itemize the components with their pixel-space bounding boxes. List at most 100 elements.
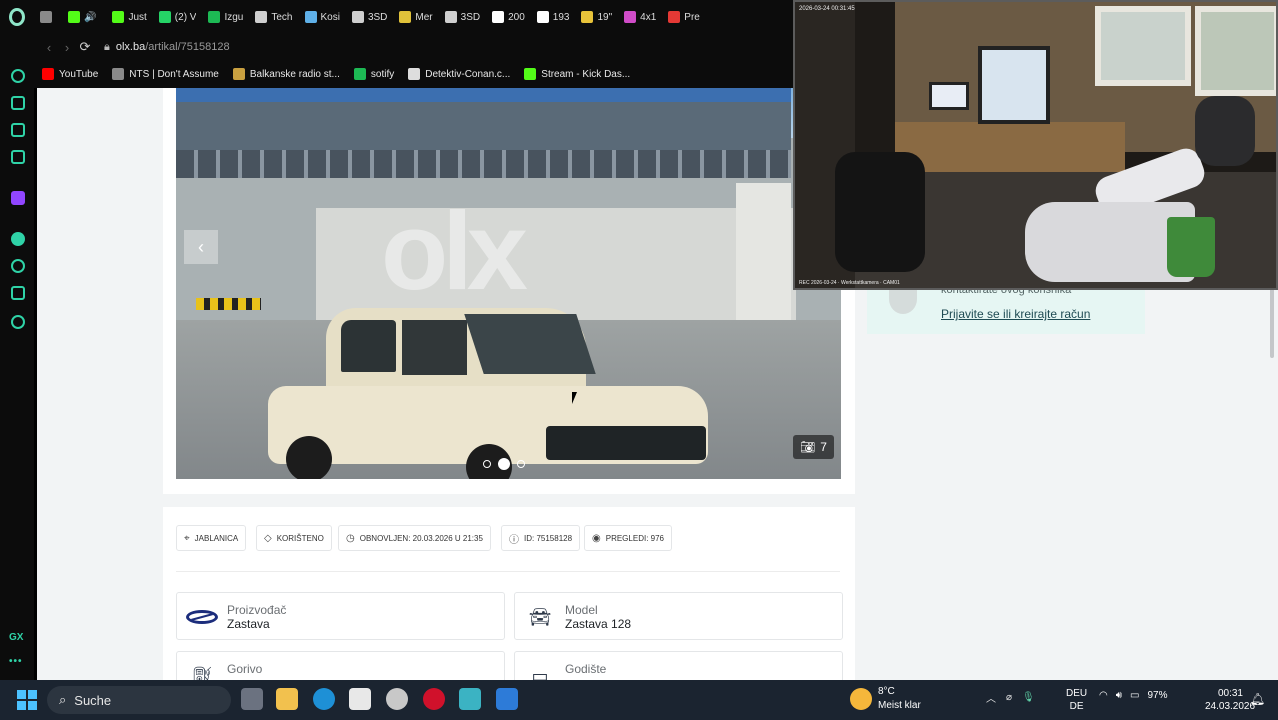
pagination-dot[interactable] [483, 460, 491, 468]
renewed-chip: ◷ OBNOVLJEN: 20.03.2026 U 21:35 [338, 525, 491, 551]
more-icon[interactable]: ••• [9, 656, 23, 667]
id-chip: ⓘ ID: 75158128 [501, 525, 581, 551]
condition-chip: ◇ KORIŠTENO [256, 525, 332, 551]
browser-tab[interactable]: 3SD [439, 0, 486, 34]
browser-tab[interactable]: Just [106, 0, 152, 34]
pagination-dot-active[interactable] [498, 458, 510, 470]
car-gear-icon: 🚘︎ [528, 606, 552, 627]
gx-corner-icon[interactable] [11, 123, 25, 137]
browser-tab[interactable]: 193 [531, 0, 576, 34]
browser-tab[interactable]: 200 [486, 0, 531, 34]
gx-label[interactable]: GX [9, 632, 23, 643]
taskbar-search[interactable]: ⌕ Suche [47, 686, 231, 714]
app2-icon[interactable] [459, 688, 481, 710]
tray-app-icon[interactable]: ⌀ [1006, 692, 1012, 703]
chip-icon: ◉ [592, 532, 601, 544]
fuel-icon: ⛽︎ [190, 665, 214, 681]
photo-count-badge[interactable]: 📷︎ 7 [793, 435, 834, 459]
browser-tab[interactable]: Pre [662, 0, 706, 34]
camera-icon: 📷︎ [800, 440, 816, 454]
clock-date: 24.03.2026 [1205, 701, 1256, 712]
kick-icon [524, 68, 537, 80]
shop-icon [581, 11, 594, 23]
language-indicator[interactable]: DEU DE [1066, 687, 1087, 713]
task-view-icon[interactable] [241, 688, 263, 710]
network-battery[interactable]: ◠ 🔊︎ ▭ 97% [1099, 690, 1168, 701]
pagination-dot[interactable] [517, 460, 525, 468]
app3-icon[interactable] [496, 688, 518, 710]
doc-icon [536, 11, 549, 23]
webcam-stream-overlay: 2026-03-24 00:31:45 REC 2026-03-24 · Wer… [793, 0, 1278, 290]
tab-title: (2) V [174, 11, 197, 23]
browser-tab[interactable] [34, 0, 62, 34]
history-icon[interactable] [11, 259, 25, 273]
volume-icon: 🔊︎ [1115, 690, 1123, 701]
browser-tab[interactable]: Mer [393, 0, 438, 34]
zastava-logo-icon [185, 605, 219, 629]
chip-label: KORIŠTENO [276, 533, 324, 543]
language-code: DEU [1066, 688, 1088, 699]
browser-tab[interactable]: Kosi [299, 0, 346, 34]
bookmark-item[interactable]: NTS | Don't Assume [112, 68, 219, 80]
store-icon[interactable] [349, 688, 371, 710]
app-icon[interactable] [386, 688, 408, 710]
start-button[interactable] [17, 690, 37, 710]
olx-watermark: olx [381, 190, 528, 313]
attribute-manufacturer: Proizvođač Zastava [176, 592, 505, 640]
bookmark-item[interactable]: Detektiv-Conan.c... [408, 68, 510, 80]
clock[interactable]: 00:31 24.03.2026 [1205, 687, 1256, 713]
bookmark-item[interactable]: sotify [353, 68, 395, 80]
attribute-model: 🚘︎ Model Zastava 128 [514, 592, 843, 640]
speed-dial-icon[interactable] [11, 69, 25, 83]
browser-tab[interactable]: 19" [575, 0, 618, 34]
browser-tab[interactable]: (2) V [153, 0, 203, 34]
chip-icon: ⌖ [184, 532, 190, 544]
notification-icon[interactable]: 🔔︎ [1250, 692, 1265, 706]
system-tray: ︿ ⌀ 🎙︎ [986, 690, 1035, 705]
reload-icon[interactable]: ⟳ [76, 39, 94, 55]
chip-label: PREGLEDI: 976 [605, 533, 664, 543]
browser-tab[interactable]: Izgu [202, 0, 249, 34]
music-player-icon[interactable] [11, 232, 25, 246]
keyboard-layout: DE [1069, 701, 1084, 712]
microphone-icon[interactable]: 🎙︎ [1022, 692, 1035, 703]
opera-gx-logo-icon[interactable] [0, 0, 34, 34]
url-domain: olx.ba [115, 41, 146, 53]
seller-contact-box: kontaktirate ovog korisnika Prijavite se… [867, 284, 1145, 334]
wifi-icon: ◠ [1099, 690, 1108, 701]
previous-photo-button[interactable]: ‹ [184, 230, 218, 264]
twitch-icon[interactable] [11, 191, 25, 205]
tab-audio-icon[interactable]: 🔊 [84, 12, 96, 23]
tray-chevron-icon[interactable]: ︿ [986, 690, 996, 705]
listing-photo[interactable]: olx ‹ 📷︎ 7 [176, 88, 841, 479]
gx-control-icon[interactable] [11, 96, 25, 110]
browser-tab[interactable]: 🔊 [62, 0, 106, 34]
file-explorer-icon[interactable] [276, 688, 298, 710]
bookmark-label: sotify [370, 68, 395, 80]
settings-icon[interactable] [11, 315, 25, 329]
back-icon[interactable]: ‹ [40, 40, 58, 55]
bookmark-item[interactable]: Balkanske radio st... [232, 68, 340, 80]
edge-icon[interactable] [313, 688, 335, 710]
forward-icon[interactable]: › [58, 40, 76, 55]
login-link[interactable]: Prijavite se ili kreirajte račun [941, 307, 1090, 321]
url-field[interactable]: olx.ba/artikal/75158128 [116, 41, 230, 53]
messenger-icon[interactable] [11, 150, 25, 164]
address-bar: ‹ › ⟳ 🔒︎ olx.ba/artikal/75158128 [0, 34, 800, 60]
3sd-icon [351, 11, 364, 23]
weather-icon [850, 688, 872, 710]
browser-tab[interactable]: 4x1 [618, 0, 662, 34]
browser-tab[interactable]: 3SD [346, 0, 393, 34]
camera-caption: REC 2026-03-24 · Werkstattkamera · CAM01 [799, 280, 900, 286]
extensions-icon[interactable] [11, 286, 25, 300]
kick-icon [68, 11, 80, 23]
browser-tab[interactable]: Tech [249, 0, 298, 34]
whatsapp-icon [158, 11, 171, 23]
tab-title: Just [128, 11, 147, 23]
bookmark-item[interactable]: Stream - Kick Das... [524, 68, 630, 80]
x-icon [492, 11, 505, 23]
weather-widget[interactable]: 8°C Meist klar [850, 685, 921, 713]
bookmark-item[interactable]: YouTube [42, 68, 98, 80]
opera-gx-icon[interactable] [423, 688, 445, 710]
tech-icon [255, 11, 268, 23]
